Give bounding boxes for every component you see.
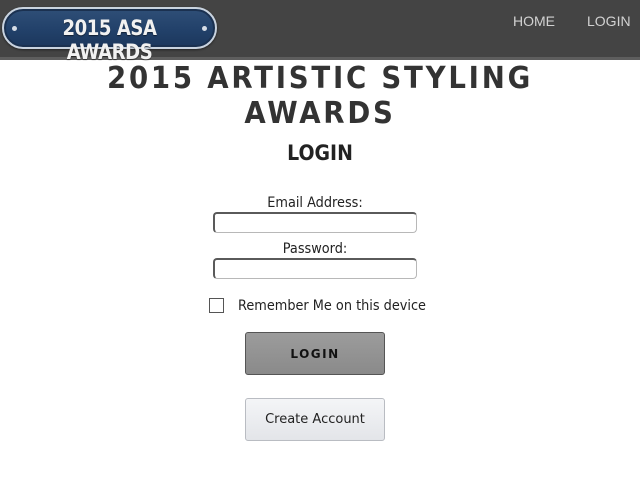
login-heading: LOGIN — [287, 141, 353, 165]
top-nav-bar: 2015 ASA AWARDS HOME LOGIN — [0, 0, 640, 64]
email-input[interactable] — [213, 212, 417, 233]
password-label: Password: — [282, 241, 348, 257]
nav-home-link[interactable]: HOME — [513, 13, 555, 29]
nav-login-link[interactable]: LOGIN — [587, 13, 631, 29]
asa-awards-logo[interactable]: 2015 ASA AWARDS — [2, 7, 217, 64]
logo-text: 2015 ASA AWARDS — [62, 16, 157, 64]
create-account-button[interactable]: Create Account — [245, 398, 385, 441]
remember-me-label[interactable]: Remember Me on this device — [238, 298, 426, 314]
logo-rivet-right — [202, 26, 207, 31]
password-input[interactable] — [213, 258, 417, 279]
site-title: 2015 ARTISTIC STYLING AWARDS — [106, 61, 533, 131]
email-label: Email Address: — [267, 195, 363, 211]
logo-rivet-left — [12, 26, 17, 31]
login-button[interactable]: LOGIN — [245, 332, 385, 375]
remember-me-checkbox[interactable] — [209, 298, 224, 313]
